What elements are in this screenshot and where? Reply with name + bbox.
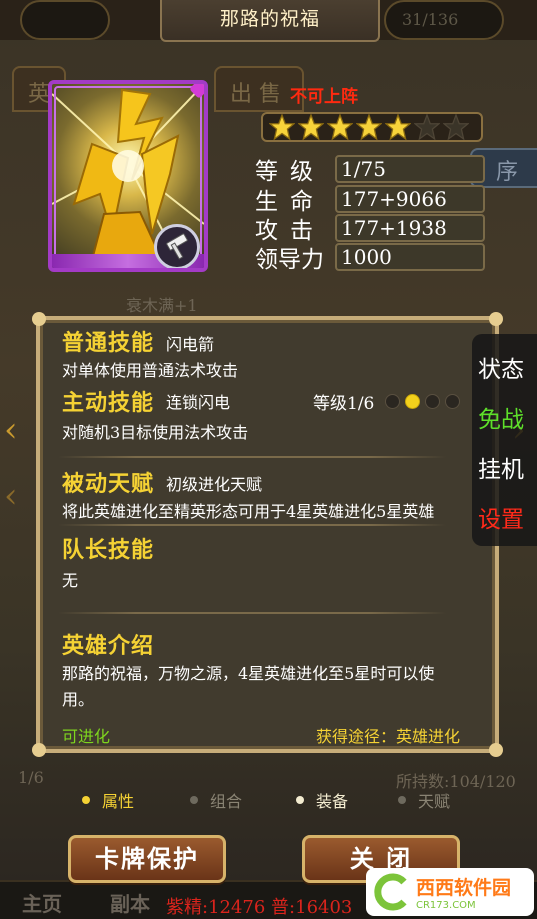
tab-hero-label: 英 [28, 82, 51, 107]
passive-talent-title: 被动天赋 [62, 471, 155, 497]
tab-attributes[interactable]: 属性 [82, 788, 134, 812]
title-banner: 那路的祝福 [160, 0, 380, 42]
tab-talent[interactable]: 天赋 [398, 788, 450, 812]
stat-level-value: 1/75 [335, 155, 485, 183]
resource-counter: 紫精:12476 普:16403 [166, 897, 353, 918]
leader-skill-desc: 无 [62, 571, 79, 590]
card-protect-button[interactable]: 卡牌保护 [68, 835, 226, 883]
skill-level-text: 等级1/6 [313, 394, 375, 414]
panel-corner-ornament [32, 743, 46, 757]
tab-combination[interactable]: 组合 [190, 788, 242, 812]
deploy-status: 不可上阵 [290, 87, 358, 107]
star-icon [385, 114, 411, 140]
active-skill-name: 连锁闪电 [166, 393, 231, 412]
list-item: 1/6 所持数:104/120 [0, 768, 537, 796]
tab-combination-label: 组合 [210, 792, 243, 811]
tab-attributes-label: 属性 [102, 792, 135, 811]
prev-arrow-icon[interactable]: ‹ [4, 410, 18, 450]
watermark-url: CR173.COM [416, 900, 476, 911]
watermark-logo: 西西软件园 CR173.COM [366, 868, 534, 916]
hero-intro-desc-line1: 那路的祝福，万物之源，4星英雄进化至5星时可以使 [62, 664, 435, 683]
list-page-count: 1/6 [18, 768, 44, 787]
tab-dot-icon [190, 796, 198, 804]
skill-level-indicator: 等级1/6 [313, 389, 461, 414]
normal-skill-name: 闪电箭 [166, 335, 215, 354]
hud-left-pill [20, 0, 110, 40]
stat-attack-value: 177+1938 [335, 214, 485, 242]
tab-sort-label: 序 [496, 160, 519, 185]
tab-equipment-label: 装备 [316, 792, 349, 811]
level-dot [425, 394, 441, 409]
watermark-brand: 西西软件园 [416, 877, 512, 899]
star-icon [327, 114, 353, 140]
stat-leadership-value: 1000 [335, 243, 485, 271]
stat-hp-value: 177+9066 [335, 185, 485, 213]
active-skill-title: 主动技能 [62, 390, 155, 416]
nav-home[interactable]: 主页 [22, 888, 62, 917]
list-item-label: 衰木满+1 [126, 296, 198, 315]
level-dot [405, 394, 421, 409]
tab-dot-icon [296, 796, 304, 804]
side-menu: 状态 免战 挂机 设置 [472, 334, 537, 546]
tab-talent-label: 天赋 [418, 792, 451, 811]
level-dot [445, 394, 461, 409]
stat-attack: 攻击 177+1938 [255, 214, 485, 244]
evolve-status: 可进化 [62, 727, 111, 746]
stat-leadership: 领导力 1000 [255, 243, 485, 273]
star-icon [269, 114, 295, 140]
tab-equipment[interactable]: 装备 [296, 788, 348, 812]
stat-level-label: 等级 [255, 159, 325, 185]
skill-level-dots [385, 394, 461, 409]
panel-corner-ornament [32, 312, 46, 326]
side-menu-truce[interactable]: 免战 [478, 400, 524, 434]
passive-talent-desc: 将此英雄进化至精英形态可用于4星英雄进化5星英雄 [62, 502, 435, 521]
tab-dot-icon [82, 796, 90, 804]
star-icon [443, 114, 469, 140]
watermark-c-icon [374, 873, 407, 911]
acquire-source: 获得途径：英雄进化 [316, 727, 461, 746]
stat-level: 等级 1/75 [255, 155, 485, 185]
hud-right-pill: 31/136 [384, 0, 504, 40]
side-menu-idle[interactable]: 挂机 [478, 450, 524, 484]
divider [58, 612, 446, 614]
hud-right-value: 31/136 [402, 10, 459, 29]
side-menu-status[interactable]: 状态 [478, 350, 524, 384]
panel-corner-ornament [489, 743, 503, 757]
active-skill-desc: 对随机3目标使用法术攻击 [62, 423, 249, 442]
tab-dot-icon [398, 796, 406, 804]
star-icon [356, 114, 382, 140]
divider [58, 524, 446, 526]
page-title: 那路的祝福 [219, 8, 320, 30]
stat-leadership-label: 领导力 [255, 247, 324, 273]
normal-skill-desc: 对单体使用普通法术攻击 [62, 361, 239, 380]
hero-card [48, 80, 208, 272]
hero-intro-desc-line2: 用。 [62, 690, 95, 709]
panel-corner-ornament [489, 312, 503, 326]
tab-sell-label: 出 售 [230, 82, 281, 107]
hammer-icon [154, 224, 200, 268]
divider [58, 456, 446, 458]
nav-dungeon[interactable]: 副本 [110, 888, 150, 917]
side-menu-settings[interactable]: 设置 [478, 500, 524, 534]
passive-talent-name: 初级进化天赋 [166, 475, 263, 494]
hero-intro-title: 英雄介绍 [62, 633, 155, 659]
level-dot [385, 394, 401, 409]
prev-arrow-secondary-icon: ‹ [4, 476, 18, 516]
leader-skill-title: 队长技能 [62, 537, 155, 563]
star-rating [261, 112, 483, 142]
star-icon [414, 114, 440, 140]
stat-hp: 生命 177+9066 [255, 185, 485, 215]
star-icon [298, 114, 324, 140]
normal-skill-title: 普通技能 [62, 330, 155, 356]
